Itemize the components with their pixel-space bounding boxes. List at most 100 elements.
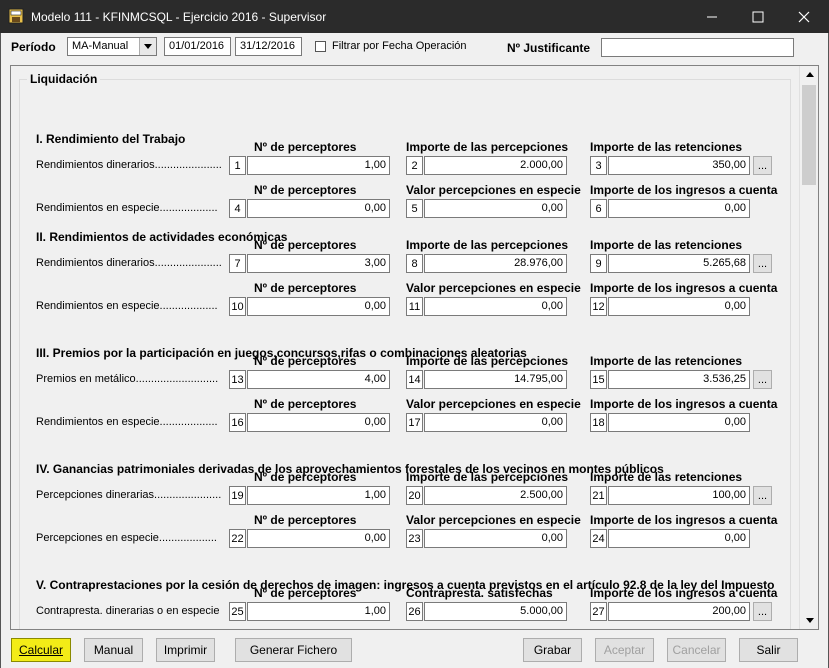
justificante-label: Nº Justificante [507, 41, 591, 55]
window-title: Modelo 111 - KFINMCSQL - Ejercicio 2016 … [31, 10, 327, 24]
casilla-number: 25 [229, 602, 246, 621]
close-icon [798, 11, 810, 22]
fecha-hasta-input[interactable]: 31/12/2016 [235, 37, 302, 56]
column-header: Importe de las percepciones [406, 354, 569, 368]
casilla-value-input[interactable]: 200,00 [608, 602, 750, 621]
casilla-value-input[interactable]: 14.795,00 [424, 370, 567, 389]
casilla-value-input[interactable]: 0,00 [608, 199, 750, 218]
casilla-value-input[interactable]: 5.265,68 [608, 254, 750, 273]
column-header: Importe de las percepciones [406, 238, 569, 252]
aceptar-label: Aceptar [603, 643, 646, 657]
fecha-desde-input[interactable]: 01/01/2016 [164, 37, 231, 56]
detail-button[interactable]: ... [753, 602, 772, 621]
casilla-value-input[interactable]: 0,00 [608, 529, 750, 548]
chevron-down-icon [805, 618, 814, 623]
column-header: Nº de perceptores [254, 281, 357, 295]
imprimir-button[interactable]: Imprimir [156, 638, 215, 662]
column-header: Importe de las retenciones [590, 140, 743, 154]
column-header: Importe de los ingresos a cuenta [590, 281, 778, 295]
casilla-number: 12 [590, 297, 607, 316]
casilla-value-input[interactable]: 0,00 [247, 413, 390, 432]
detail-button[interactable]: ... [753, 156, 772, 175]
casilla-number: 4 [229, 199, 246, 218]
casilla-number: 5 [406, 199, 423, 218]
column-header: Importe de las retenciones [590, 470, 743, 484]
casilla-value-input[interactable]: 3,00 [247, 254, 390, 273]
main-window: Período MA-Manual 01/01/2016 31/12/2016 … [0, 33, 829, 668]
casilla-value-input[interactable]: 0,00 [608, 297, 750, 316]
casilla-value-input[interactable]: 28.976,00 [424, 254, 567, 273]
calcular-label: Calcular [18, 643, 63, 657]
column-header: Importe de los ingresos a cuenta [590, 586, 778, 600]
aceptar-button[interactable]: Aceptar [595, 638, 654, 662]
casilla-value-input[interactable]: 0,00 [424, 199, 567, 218]
minimize-button[interactable] [689, 0, 735, 33]
casilla-value-input[interactable]: 2.500,00 [424, 486, 567, 505]
casilla-value-input[interactable]: 4,00 [247, 370, 390, 389]
grabar-button[interactable]: Grabar [523, 638, 582, 662]
casilla-value-input[interactable]: 3.536,25 [608, 370, 750, 389]
detail-button[interactable]: ... [753, 254, 772, 273]
casilla-value-input[interactable]: 0,00 [247, 297, 390, 316]
casilla-value-input[interactable]: 100,00 [608, 486, 750, 505]
casilla-value-input[interactable]: 0,00 [247, 529, 390, 548]
fecha-desde-value: 01/01/2016 [169, 40, 225, 52]
row-label: Rendimientos en especie.................… [36, 202, 218, 214]
manual-button[interactable]: Manual [84, 638, 143, 662]
grabar-label: Grabar [533, 643, 572, 657]
casilla-number: 17 [406, 413, 423, 432]
periodo-select[interactable]: MA-Manual [67, 37, 157, 56]
filtrar-checkbox[interactable] [315, 41, 326, 52]
casilla-number: 15 [590, 370, 607, 389]
scroll-up-button[interactable] [800, 66, 818, 83]
column-header: Nº de perceptores [254, 470, 357, 484]
casilla-value-input[interactable]: 5.000,00 [424, 602, 567, 621]
row-label: Rendimientos dinerarios.................… [36, 257, 222, 269]
casilla-value-input[interactable]: 0,00 [424, 297, 567, 316]
column-header: Contrapresta. satisfechas [406, 586, 553, 600]
casilla-value-input[interactable]: 1,00 [247, 486, 390, 505]
scroll-down-button[interactable] [800, 612, 818, 629]
detail-button[interactable]: ... [753, 486, 772, 505]
justificante-input[interactable] [601, 38, 794, 57]
scroll-thumb[interactable] [802, 85, 816, 185]
column-header: Valor percepciones en especie [406, 513, 581, 527]
detail-button[interactable]: ... [753, 370, 772, 389]
column-header: Importe de los ingresos a cuenta [590, 183, 778, 197]
row-label: Percepciones dinerarias.................… [36, 489, 222, 501]
casilla-value-input[interactable]: 1,00 [247, 156, 390, 175]
row-label: Premios en metálico.....................… [36, 373, 219, 385]
generar-fichero-button[interactable]: Generar Fichero [235, 638, 352, 662]
casilla-value-input[interactable]: 0,00 [424, 529, 567, 548]
casilla-value-input[interactable]: 0,00 [608, 413, 750, 432]
casilla-value-input[interactable]: 0,00 [247, 199, 390, 218]
section-title: I. Rendimiento del Trabajo [36, 132, 186, 146]
cancelar-button[interactable]: Cancelar [667, 638, 726, 662]
liquidacion-title: Liquidación [27, 72, 101, 86]
casilla-value-input[interactable]: 2.000,00 [424, 156, 567, 175]
filtrar-label: Filtrar por Fecha Operación [332, 40, 467, 52]
column-header: Importe de las percepciones [406, 470, 569, 484]
close-button[interactable] [781, 0, 827, 33]
liquidacion-content: Liquidación I. Rendimiento del Trabajo Nº… [11, 66, 799, 629]
chevron-down-icon[interactable] [139, 38, 156, 55]
casilla-value-input[interactable]: 0,00 [424, 413, 567, 432]
calcular-button[interactable]: Calcular [11, 638, 71, 662]
casilla-value-input[interactable]: 350,00 [608, 156, 750, 175]
salir-button[interactable]: Salir [739, 638, 798, 662]
periodo-value: MA-Manual [72, 40, 129, 52]
column-header: Nº de perceptores [254, 586, 357, 600]
column-header: Nº de perceptores [254, 183, 357, 197]
casilla-number: 13 [229, 370, 246, 389]
row-label: Rendimientos en especie.................… [36, 416, 218, 428]
casilla-number: 10 [229, 297, 246, 316]
casilla-value-input[interactable]: 1,00 [247, 602, 390, 621]
column-header: Nº de perceptores [254, 513, 357, 527]
column-header: Valor percepciones en especie [406, 281, 581, 295]
fecha-hasta-value: 31/12/2016 [240, 40, 296, 52]
imprimir-label: Imprimir [163, 643, 208, 657]
column-header: Valor percepciones en especie [406, 183, 581, 197]
maximize-button[interactable] [735, 0, 781, 33]
casilla-number: 16 [229, 413, 246, 432]
vertical-scrollbar[interactable] [799, 66, 818, 629]
